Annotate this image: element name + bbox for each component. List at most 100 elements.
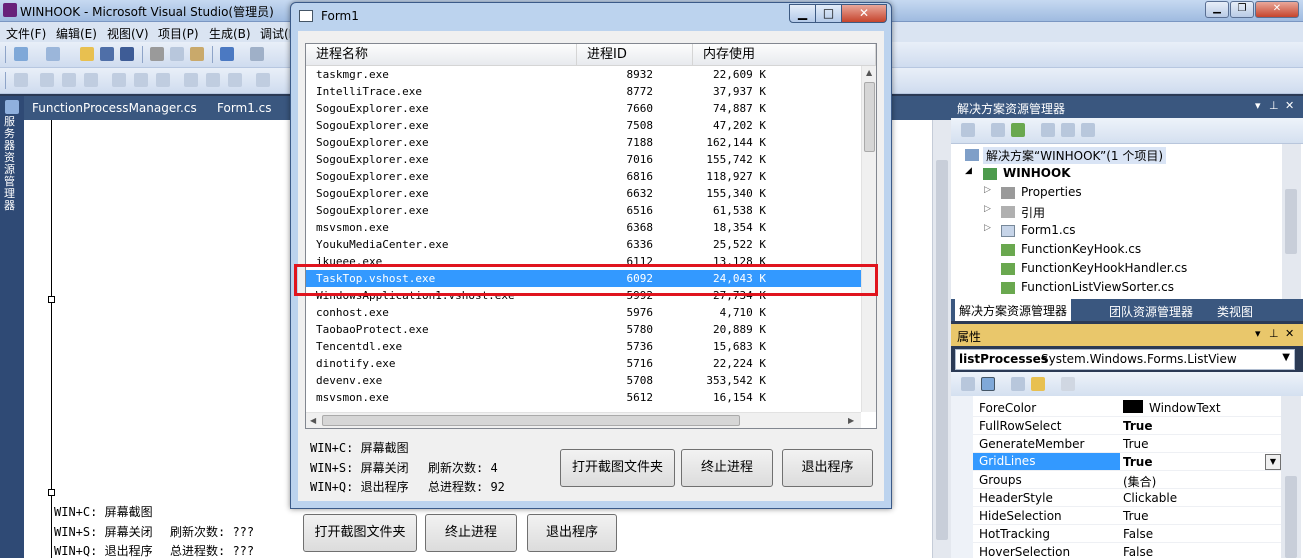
table-row[interactable]: SogouExplorer.exe 7660 74,887 K bbox=[306, 100, 861, 117]
align-to-grid-icon[interactable] bbox=[14, 73, 28, 87]
process-list-view[interactable]: 进程名称 进程ID 内存使用 taskmgr.exe 8932 22,609 K In… bbox=[305, 43, 877, 429]
property-row[interactable]: GenerateMember True bbox=[973, 435, 1281, 453]
scroll-right-icon[interactable]: ▶ bbox=[848, 416, 854, 425]
property-value[interactable]: (集合) bbox=[1123, 473, 1156, 490]
size-to-grid-icon[interactable] bbox=[256, 73, 270, 87]
table-row[interactable]: TaobaoProtect.exe 5780 20,889 K bbox=[306, 321, 861, 338]
save-all-icon[interactable] bbox=[120, 47, 134, 61]
property-value[interactable]: False bbox=[1123, 545, 1153, 558]
collapsed-arrow-icon[interactable]: ▷ bbox=[984, 223, 991, 233]
properties-view-icon[interactable] bbox=[1011, 377, 1025, 391]
open-screenshot-folder-button[interactable]: 打开截图文件夹 bbox=[560, 449, 675, 487]
table-row[interactable]: SogouExplorer.exe 7188 162,144 K bbox=[306, 134, 861, 151]
redo-icon[interactable] bbox=[250, 47, 264, 61]
view-code-icon[interactable] bbox=[1041, 123, 1055, 137]
list-horizontal-scrollbar[interactable]: ◀ ▶ bbox=[306, 412, 861, 428]
column-memory[interactable]: 内存使用 bbox=[693, 44, 876, 66]
paste-icon[interactable] bbox=[190, 47, 204, 61]
table-row[interactable]: msvsmon.exe 6368 18,354 K bbox=[306, 219, 861, 236]
copy-icon[interactable] bbox=[170, 47, 184, 61]
categorized-icon[interactable] bbox=[961, 377, 975, 391]
menu-build[interactable]: 生成(B) bbox=[209, 25, 251, 42]
events-lightning-icon[interactable] bbox=[1031, 377, 1045, 391]
table-row[interactable]: Tencentdl.exe 5736 15,683 K bbox=[306, 338, 861, 355]
table-row[interactable]: IntelliTrace.exe 8772 37,937 K bbox=[306, 83, 861, 100]
vs-close-button[interactable]: ✕ bbox=[1255, 1, 1299, 18]
column-process-name[interactable]: 进程名称 bbox=[306, 44, 577, 66]
menu-view[interactable]: 视图(V) bbox=[107, 25, 149, 42]
property-row[interactable]: FullRowSelect True bbox=[973, 417, 1281, 435]
property-row[interactable]: HotTracking False bbox=[973, 525, 1281, 543]
property-row[interactable]: HeaderStyle Clickable bbox=[973, 489, 1281, 507]
tree-item-properties[interactable]: Properties bbox=[1021, 185, 1082, 199]
table-row[interactable]: SogouExplorer.exe 6632 155,340 K bbox=[306, 185, 861, 202]
form1-titlebar[interactable]: Form1 ▁ □ ✕ bbox=[291, 3, 891, 29]
pin-icon[interactable]: ⊥ bbox=[1269, 99, 1279, 112]
align-centers-icon[interactable] bbox=[62, 73, 76, 87]
property-pages-icon[interactable] bbox=[1061, 377, 1075, 391]
maximize-button[interactable]: □ bbox=[815, 4, 842, 23]
table-row[interactable]: conhost.exe 5976 4,710 K bbox=[306, 304, 861, 321]
table-row[interactable]: msvsmon.exe 5612 16,154 K bbox=[306, 389, 861, 406]
tree-item-references[interactable]: 引用 bbox=[1021, 204, 1045, 221]
dropdown-arrow-icon[interactable]: ▼ bbox=[1265, 454, 1281, 470]
menu-edit[interactable]: 编辑(E) bbox=[56, 25, 97, 42]
property-row[interactable]: GridLines True bbox=[973, 453, 1281, 471]
vs-maximize-button[interactable]: ❐ bbox=[1230, 1, 1254, 18]
undo-icon[interactable] bbox=[220, 47, 234, 61]
tree-item-function-key-hook[interactable]: FunctionKeyHook.cs bbox=[1021, 242, 1141, 256]
table-row[interactable]: taskmgr.exe 8932 22,609 K bbox=[306, 66, 861, 83]
expanded-arrow-icon[interactable]: ◢ bbox=[965, 166, 972, 176]
vs-minimize-button[interactable]: ▁ bbox=[1205, 1, 1229, 18]
scrollbar-thumb[interactable] bbox=[936, 160, 948, 540]
table-row[interactable]: SogouExplorer.exe 6816 118,927 K bbox=[306, 168, 861, 185]
add-item-icon[interactable] bbox=[46, 47, 60, 61]
resize-handle-left[interactable] bbox=[48, 296, 55, 303]
table-row[interactable]: SogouExplorer.exe 7508 47,202 K bbox=[306, 117, 861, 134]
table-row[interactable]: SogouExplorer.exe 6516 61,538 K bbox=[306, 202, 861, 219]
solution-tree-scrollbar[interactable] bbox=[1282, 144, 1301, 299]
alphabetical-icon[interactable] bbox=[981, 377, 995, 391]
property-value[interactable]: False bbox=[1123, 527, 1153, 541]
align-tops-icon[interactable] bbox=[112, 73, 126, 87]
designer-exit-button[interactable]: 退出程序 bbox=[527, 514, 617, 552]
menu-file[interactable]: 文件(F) bbox=[6, 25, 46, 42]
table-row[interactable]: SogouExplorer.exe 7016 155,742 K bbox=[306, 151, 861, 168]
list-vscroll-thumb[interactable] bbox=[864, 82, 875, 152]
server-explorer-toolbar[interactable]: 服务器资源管理器 bbox=[0, 96, 24, 558]
make-same-width-icon[interactable] bbox=[184, 73, 198, 87]
collapsed-arrow-icon[interactable]: ▷ bbox=[984, 185, 991, 195]
property-value[interactable]: True bbox=[1123, 419, 1152, 433]
collapsed-arrow-icon[interactable]: ▷ bbox=[984, 204, 991, 214]
chevron-down-icon[interactable]: ▼ bbox=[1282, 352, 1290, 363]
open-folder-icon[interactable] bbox=[80, 47, 94, 61]
tree-item-function-list-view-sorter[interactable]: FunctionListViewSorter.cs bbox=[1021, 280, 1174, 294]
save-icon[interactable] bbox=[100, 47, 114, 61]
tree-item-form1[interactable]: Form1.cs bbox=[1021, 223, 1076, 237]
designer-kill-process-button[interactable]: 终止进程 bbox=[425, 514, 517, 552]
resize-handle-bottom-left[interactable] bbox=[48, 489, 55, 496]
exit-program-button[interactable]: 退出程序 bbox=[782, 449, 873, 487]
property-value[interactable]: True bbox=[1123, 509, 1149, 523]
tree-project[interactable]: WINHOOK bbox=[1003, 166, 1071, 180]
properties-icon[interactable] bbox=[961, 123, 975, 137]
align-middles-icon[interactable] bbox=[134, 73, 148, 87]
minimize-button[interactable]: ▁ bbox=[789, 4, 816, 23]
close-button[interactable]: ✕ bbox=[841, 4, 887, 23]
scrollbar-thumb[interactable] bbox=[1285, 189, 1297, 254]
kill-process-button[interactable]: 终止进程 bbox=[681, 449, 773, 487]
scroll-left-icon[interactable]: ◀ bbox=[310, 416, 316, 425]
object-selector[interactable]: listProcesses System.Windows.Forms.ListV… bbox=[955, 349, 1295, 370]
property-row[interactable]: HoverSelection False bbox=[973, 543, 1281, 558]
dropdown-icon[interactable]: ▾ bbox=[1255, 99, 1261, 112]
designer-open-folder-button[interactable]: 打开截图文件夹 bbox=[303, 514, 417, 552]
list-hscroll-thumb[interactable] bbox=[322, 415, 740, 426]
table-row[interactable]: devenv.exe 5708 353,542 K bbox=[306, 372, 861, 389]
refresh-icon[interactable] bbox=[1011, 123, 1025, 137]
property-value[interactable]: WindowText bbox=[1149, 401, 1221, 415]
tree-item-function-key-hook-handler[interactable]: FunctionKeyHookHandler.cs bbox=[1021, 261, 1187, 275]
tab-form1[interactable]: Form1.cs bbox=[217, 101, 272, 115]
align-bottoms-icon[interactable] bbox=[156, 73, 170, 87]
property-row[interactable]: Groups (集合) bbox=[973, 471, 1281, 489]
tab-team-explorer[interactable]: 团队资源管理器 bbox=[1109, 303, 1193, 320]
